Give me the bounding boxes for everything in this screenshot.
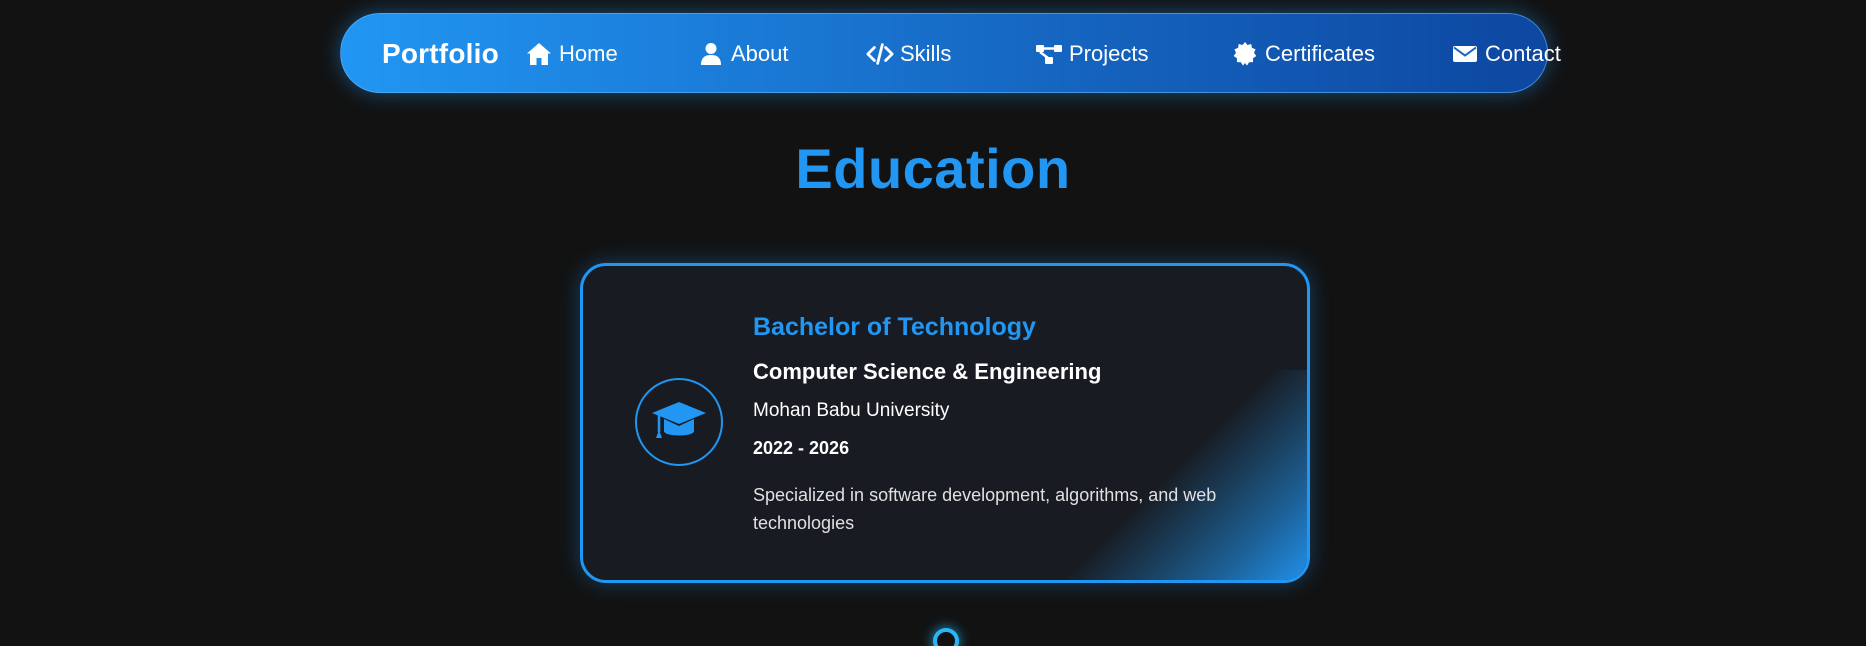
education-description: Specialized in software development, alg…: [753, 485, 1217, 533]
nav-item-label: Home: [559, 41, 618, 66]
nav-item-about[interactable]: About: [697, 14, 789, 94]
nav-item-projects[interactable]: Projects: [1035, 14, 1148, 94]
brand-logo[interactable]: Portfolio: [382, 14, 499, 94]
code-icon: [866, 40, 894, 68]
study-years: 2022 - 2026: [753, 438, 850, 458]
home-icon: [525, 40, 553, 68]
graduation-cap-icon: [635, 378, 723, 466]
nav-item-skills[interactable]: Skills: [866, 14, 951, 94]
nav-item-label: Contact: [1485, 41, 1561, 66]
project-diagram-icon: [1035, 40, 1063, 68]
nav-item-label: About: [731, 41, 789, 66]
university-name: Mohan Babu University: [753, 400, 950, 421]
certificate-icon: [1231, 40, 1259, 68]
navbar: Portfolio Home About Skills Projects Cer…: [340, 13, 1561, 94]
timeline-dot: [933, 628, 959, 646]
section-title: Education: [795, 137, 1071, 200]
nav-item-label: Skills: [900, 41, 952, 66]
nav-item-contact[interactable]: Contact: [1451, 14, 1561, 94]
card-corner-glow: [1047, 370, 1307, 580]
page: Portfolio Home About Skills Projects Cer…: [0, 0, 1866, 646]
envelope-icon: [1451, 40, 1479, 68]
field-of-study: Computer Science & Engineering: [753, 359, 1102, 384]
nav-item-home[interactable]: Home: [525, 14, 618, 94]
user-icon: [697, 40, 725, 68]
nav-item-certificates[interactable]: Certificates: [1231, 14, 1375, 94]
nav-item-label: Certificates: [1265, 41, 1376, 66]
education-card: Bachelor of Technology Computer Science …: [580, 263, 1310, 583]
degree-title: Bachelor of Technology: [753, 313, 1036, 341]
nav-item-label: Projects: [1069, 41, 1149, 66]
